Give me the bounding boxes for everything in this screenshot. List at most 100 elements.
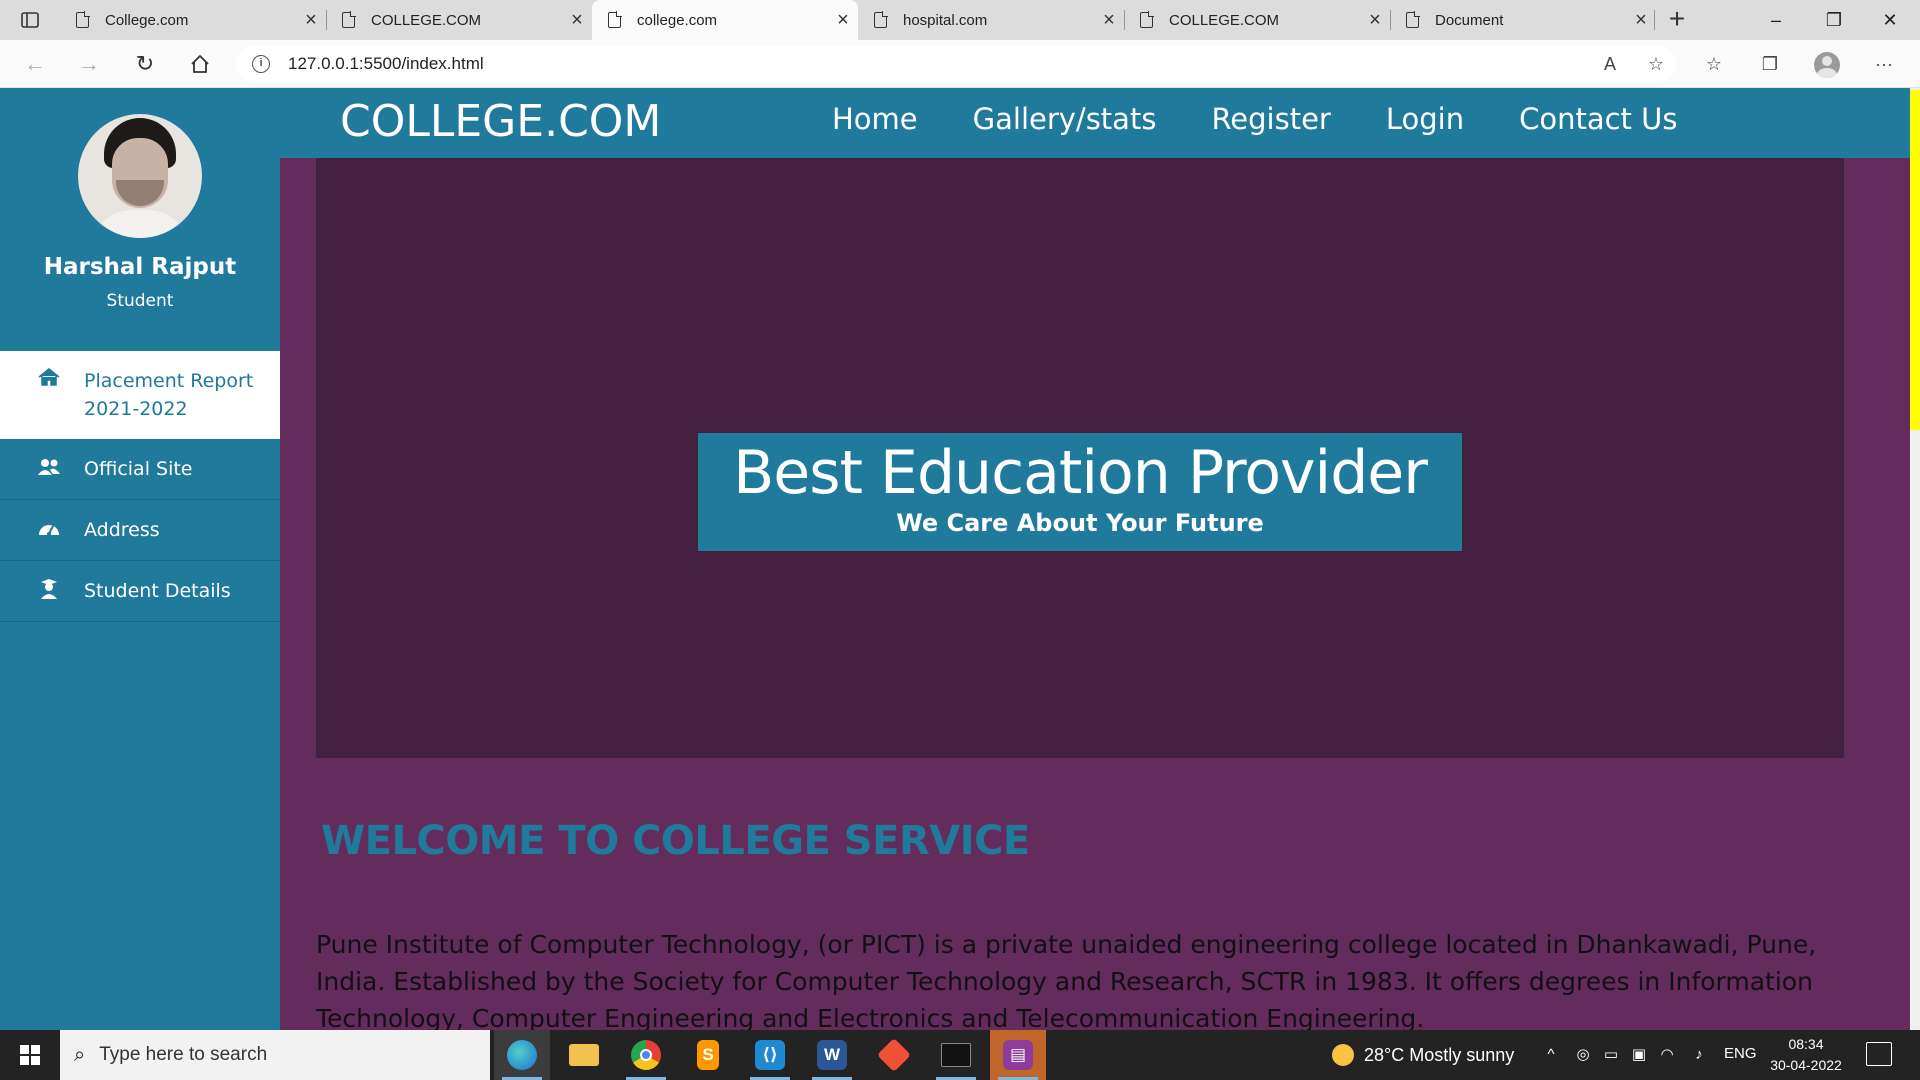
- minimize-button[interactable]: –: [1748, 0, 1804, 40]
- sidebar-item-placement-report[interactable]: Placement Report 2021-2022: [0, 351, 280, 439]
- home-button[interactable]: [183, 48, 217, 80]
- add-favorite-button[interactable]: ☆: [1640, 48, 1672, 80]
- tab-close-button[interactable]: ×: [1094, 9, 1124, 32]
- site-brand[interactable]: COLLEGE.COM: [340, 96, 661, 147]
- hero-title: Best Education Provider: [733, 438, 1428, 508]
- more-menu-button[interactable]: ···: [1868, 48, 1900, 80]
- taskbar-search-box[interactable]: ⌕ Type here to search: [60, 1030, 490, 1080]
- sidebar-item-address[interactable]: Address: [0, 500, 280, 561]
- collections-button[interactable]: ❐: [1754, 48, 1786, 80]
- browser-tab[interactable]: COLLEGE.COM ×: [1124, 0, 1390, 40]
- sidebar-item-official-site[interactable]: Official Site: [0, 439, 280, 500]
- restore-button[interactable]: ❐: [1806, 0, 1862, 40]
- browser-tab-active[interactable]: college.com ×: [592, 0, 858, 40]
- system-clock[interactable]: 08:34 30-04-2022: [1764, 1034, 1848, 1076]
- browser-tab[interactable]: Document ×: [1390, 0, 1656, 40]
- collections-icon: ❐: [1761, 53, 1779, 74]
- site-info-icon[interactable]: i: [252, 55, 270, 73]
- forward-button[interactable]: →: [72, 48, 106, 80]
- windows-taskbar: ⌕ Type here to search S ⟨⟩ W ▤ 28°C Most…: [0, 1030, 1920, 1080]
- nav-gallery-link[interactable]: Gallery/stats: [973, 102, 1157, 136]
- nav-register-link[interactable]: Register: [1211, 102, 1330, 136]
- profile-photo: [78, 114, 202, 238]
- wifi-icon[interactable]: ◠: [1656, 1044, 1678, 1066]
- page-viewport: COLLEGE.COM Home Gallery/stats Register …: [0, 88, 1910, 1030]
- display-icon[interactable]: ▣: [1628, 1044, 1650, 1066]
- sidebar-item-label: Placement Report 2021-2022: [84, 370, 254, 420]
- nav-contact-link[interactable]: Contact Us: [1519, 102, 1677, 136]
- notification-center-icon[interactable]: [1866, 1042, 1892, 1066]
- chrome-icon: [631, 1040, 661, 1070]
- tab-close-button[interactable]: ×: [562, 9, 592, 32]
- tab-actions-button[interactable]: [10, 6, 50, 34]
- taskbar-app-terminal[interactable]: [928, 1030, 984, 1080]
- tab-close-button[interactable]: ×: [296, 9, 326, 32]
- browser-tab[interactable]: hospital.com ×: [858, 0, 1124, 40]
- site-header: COLLEGE.COM Home Gallery/stats Register …: [0, 88, 1910, 158]
- weather-widget[interactable]: 28°C Mostly sunny: [1332, 1030, 1514, 1080]
- tab-close-button[interactable]: ×: [828, 9, 858, 32]
- profile-role: Student: [106, 291, 174, 311]
- taskbar-app-git[interactable]: [866, 1030, 922, 1080]
- tab-separator: [1654, 10, 1655, 30]
- clock-time: 08:34: [1788, 1036, 1824, 1052]
- student-icon: [36, 578, 62, 605]
- language-indicator[interactable]: ENG: [1724, 1045, 1757, 1062]
- battery-icon[interactable]: ▭: [1600, 1044, 1622, 1066]
- taskbar-app-word[interactable]: W: [804, 1030, 860, 1080]
- hero-subtitle: We Care About Your Future: [896, 509, 1264, 537]
- document-icon: [1140, 11, 1154, 28]
- sidebar: Harshal Rajput Student Placement Report …: [0, 88, 280, 1030]
- url-text[interactable]: 127.0.0.1:5500/index.html: [288, 54, 484, 74]
- taskbar-app-sublime[interactable]: S: [680, 1030, 736, 1080]
- nav-login-link[interactable]: Login: [1386, 102, 1464, 136]
- profile-name: Harshal Rajput: [43, 254, 237, 280]
- taskbar-app-winrar[interactable]: ▤: [990, 1030, 1046, 1080]
- sidebar-item-label: Official Site: [84, 458, 193, 480]
- taskbar-app-chrome[interactable]: [618, 1030, 674, 1080]
- tab-title: Document: [1435, 11, 1504, 29]
- volume-icon[interactable]: ♪: [1688, 1044, 1710, 1066]
- chevron-up-icon[interactable]: ^: [1540, 1044, 1562, 1066]
- browser-tab[interactable]: College.com ×: [60, 0, 326, 40]
- search-icon: ⌕: [74, 1043, 86, 1066]
- back-button[interactable]: ←: [18, 48, 52, 80]
- read-aloud-button[interactable]: A: [1594, 48, 1626, 80]
- browser-toolbar: ← → ↻ i 127.0.0.1:5500/index.html A ☆ ☆ …: [0, 40, 1920, 88]
- taskbar-app-edge[interactable]: [494, 1030, 550, 1080]
- refresh-button[interactable]: ↻: [128, 48, 162, 80]
- new-tab-button[interactable]: +: [1662, 4, 1692, 36]
- tab-close-button[interactable]: ×: [1360, 9, 1390, 32]
- sidebar-item-label: Student Details: [84, 580, 231, 602]
- scrollbar-thumb[interactable]: [1910, 90, 1920, 430]
- tab-title: COLLEGE.COM: [371, 11, 482, 29]
- dashboard-icon: [36, 518, 62, 542]
- tab-close-button[interactable]: ×: [1626, 9, 1656, 32]
- address-bar[interactable]: i 127.0.0.1:5500/index.html: [236, 46, 1676, 82]
- browser-tab[interactable]: COLLEGE.COM ×: [326, 0, 592, 40]
- close-window-button[interactable]: ✕: [1862, 0, 1918, 40]
- tab-title: hospital.com: [903, 11, 988, 29]
- nav-home-link[interactable]: Home: [832, 102, 918, 136]
- hero-caption-box: Best Education Provider We Care About Yo…: [698, 433, 1462, 551]
- taskbar-app-file-explorer[interactable]: [556, 1030, 612, 1080]
- refresh-icon: ↻: [135, 51, 155, 76]
- search-placeholder: Type here to search: [99, 1044, 268, 1065]
- sublime-text-icon: S: [697, 1040, 719, 1070]
- windows-logo-icon: [20, 1045, 40, 1065]
- taskbar-app-vscode[interactable]: ⟨⟩: [742, 1030, 798, 1080]
- users-icon: [36, 457, 62, 481]
- start-button[interactable]: [0, 1030, 60, 1080]
- tab-title: college.com: [637, 11, 718, 29]
- meet-now-icon[interactable]: ◎: [1572, 1044, 1594, 1066]
- profile-avatar[interactable]: [1814, 52, 1840, 78]
- home-icon: [36, 367, 62, 392]
- favorites-icon: ☆: [1705, 53, 1723, 74]
- vscode-icon: ⟨⟩: [755, 1040, 785, 1070]
- site-nav: Home Gallery/stats Register Login Contac…: [832, 102, 1732, 136]
- favorites-button[interactable]: ☆: [1698, 48, 1730, 80]
- git-icon: [877, 1038, 911, 1072]
- sidebar-item-student-details[interactable]: Student Details: [0, 561, 280, 622]
- arrow-right-icon: →: [78, 51, 100, 76]
- sidebar-item-label: Address: [84, 519, 160, 541]
